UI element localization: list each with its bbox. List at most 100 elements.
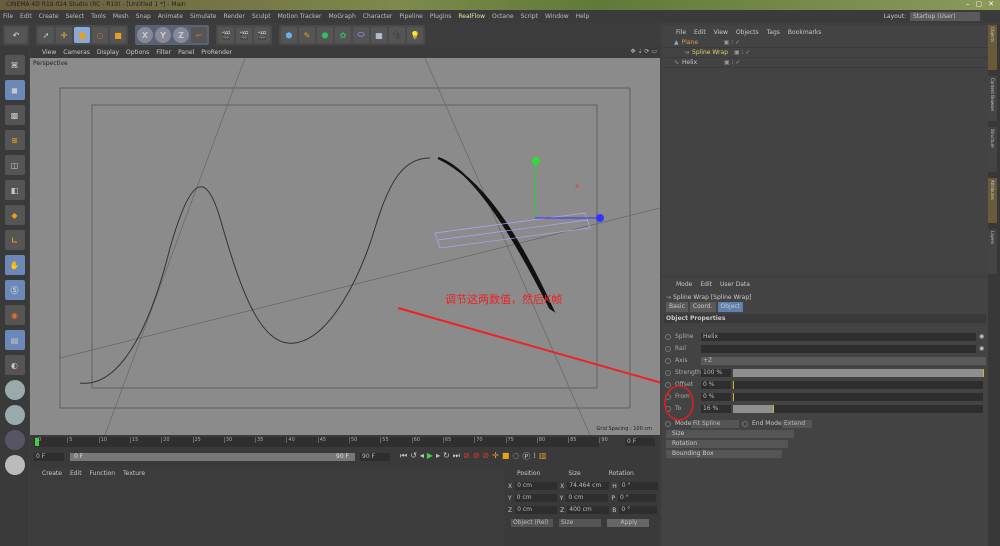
move-icon[interactable]: ✛ — [56, 27, 72, 43]
timeline-ruler[interactable]: 0 5 10 15 20 25 30 35 40 45 50 55 60 65 70 75 80 85 90 — [34, 437, 608, 447]
position-field[interactable]: 0 cm — [515, 482, 558, 490]
workplane-lock-icon[interactable]: ▤ — [4, 330, 25, 350]
cube-icon[interactable]: ⬢ — [281, 27, 297, 43]
maximize-button[interactable]: ▢ — [976, 0, 983, 8]
layout-dropdown[interactable]: Startup (User) — [910, 12, 980, 21]
position-field[interactable]: 0 cm — [515, 506, 558, 514]
material-sphere-icon[interactable] — [4, 455, 25, 475]
viewport-menu-filter[interactable]: Filter — [156, 49, 171, 56]
key-pla-icon[interactable]: ⁞ — [533, 451, 536, 462]
visibility-toggle[interactable]: ▣ ⁝ ✓ — [724, 39, 740, 46]
viewport-menu-prorender[interactable]: ProRender — [201, 49, 232, 56]
coord-mode-dropdown[interactable]: Object (Rel) — [511, 519, 553, 527]
object-name[interactable]: Spline Wrap — [692, 49, 734, 56]
recent-tool-icon[interactable]: ■ — [110, 27, 126, 43]
viewport-menu-options[interactable]: Options — [126, 49, 149, 56]
keyframe-selection-icon[interactable]: ⊘ — [482, 451, 489, 462]
animate-dot[interactable] — [665, 345, 671, 352]
group-bounding-box[interactable]: Bounding Box — [666, 450, 782, 458]
render-settings-icon[interactable]: 🎬 — [254, 27, 270, 43]
axis-dropdown[interactable]: +Z — [701, 356, 986, 365]
menu-octane[interactable]: Octane — [492, 13, 514, 20]
coordinate-system-icon[interactable]: ⌐ — [191, 27, 207, 43]
menu-simulate[interactable]: Simulate — [190, 13, 217, 20]
material-menu-texture[interactable]: Texture — [123, 470, 145, 477]
menu-character[interactable]: Character — [363, 13, 393, 20]
menu-snap[interactable]: Snap — [136, 13, 151, 20]
snap-icon[interactable]: Ⓢ — [4, 280, 25, 300]
size-field[interactable]: 0 cm — [566, 494, 609, 502]
object-menu-objects[interactable]: Objects — [736, 29, 759, 38]
autokey-icon[interactable]: ⊘ — [473, 451, 480, 462]
rotation-field[interactable]: 0 ° — [619, 506, 658, 514]
menu-render[interactable]: Render — [223, 13, 244, 20]
viewport-perspective[interactable]: Perspective x 调节这两数值，然后K帧 ⌞ Grid Spacing… — [30, 48, 660, 435]
subdivision-icon[interactable]: ⬣ — [317, 27, 333, 43]
key-position-icon[interactable]: ✛ — [492, 451, 499, 462]
render-picture-viewer-icon[interactable]: 🎬 — [236, 27, 252, 43]
goto-end-icon[interactable]: ⏭ — [453, 451, 460, 462]
end-frame-field[interactable]: 90 F — [360, 453, 390, 461]
y-axis-lock[interactable]: Y — [155, 27, 171, 43]
light-icon[interactable]: 💡 — [407, 27, 423, 43]
menu-mograph[interactable]: MoGraph — [329, 13, 356, 20]
animate-dot[interactable] — [665, 369, 671, 376]
size-mode-dropdown[interactable]: Size — [559, 519, 601, 527]
model-mode-icon[interactable]: ◼ — [4, 80, 25, 100]
material-menu-create[interactable]: Create — [42, 470, 62, 477]
visibility-toggle[interactable]: ▣ ⁝ ✓ — [724, 59, 740, 66]
close-button[interactable]: ✕ — [988, 0, 994, 8]
right-tab-layers[interactable]: Layers — [988, 229, 997, 274]
end-mode-dropdown[interactable]: Extend — [782, 419, 812, 428]
tab-coord[interactable]: Coord. — [689, 302, 716, 312]
next-key-icon[interactable]: ↻ — [443, 451, 450, 462]
goto-start-icon[interactable]: ⏮ — [400, 451, 407, 462]
pen-spline-icon[interactable]: ✎ — [299, 27, 315, 43]
object-name[interactable]: Helix — [682, 59, 724, 66]
x-axis-lock[interactable]: X — [137, 27, 153, 43]
menu-sculpt[interactable]: Sculpt — [252, 13, 271, 20]
deformer-icon[interactable]: ⬭ — [353, 27, 369, 43]
right-tab-structure[interactable]: Structure — [988, 127, 997, 172]
menu-animate[interactable]: Animate — [158, 13, 183, 20]
polygons-mode-icon[interactable]: ◆ — [4, 205, 25, 225]
menu-mesh[interactable]: Mesh — [113, 13, 129, 20]
object-name[interactable]: Plane — [682, 39, 724, 46]
animate-dot[interactable] — [665, 333, 671, 340]
key-parameter-icon[interactable]: Ⓟ — [522, 451, 530, 462]
right-tab-content-browser[interactable]: Content Browser — [988, 76, 997, 121]
minimize-button[interactable]: – — [966, 0, 970, 8]
to-slider[interactable] — [733, 404, 983, 413]
menu-help[interactable]: Help — [576, 13, 590, 20]
solo-icon[interactable]: ◐ — [4, 355, 25, 375]
rotation-field[interactable]: 0 ° — [619, 482, 658, 490]
menu-motion-tracker[interactable]: Motion Tracker — [278, 13, 322, 20]
animate-dot[interactable] — [742, 420, 748, 427]
prev-key-icon[interactable]: ↺ — [410, 451, 417, 462]
right-tab-attributes[interactable]: Attributes — [988, 178, 997, 223]
group-rotation[interactable]: Rotation — [666, 440, 788, 448]
menu-select[interactable]: Select — [66, 13, 85, 20]
attr-menu-edit[interactable]: Edit — [700, 281, 712, 290]
rotation-field[interactable]: 0 ° — [617, 494, 656, 502]
points-mode-icon[interactable]: ◫ — [4, 155, 25, 175]
animate-dot[interactable] — [665, 357, 671, 364]
menu-tools[interactable]: Tools — [91, 13, 106, 20]
key-scale-icon[interactable]: ■ — [502, 451, 510, 462]
preview-range-slider[interactable]: 0 F 90 F — [70, 453, 355, 461]
object-row[interactable]: ↝ Spline Wrap ▣ ⁝ ✓ — [662, 48, 988, 58]
start-frame-field[interactable]: 0 F — [34, 453, 64, 461]
spline-link-field[interactable]: Helix — [701, 332, 976, 341]
menu-realflow[interactable]: RealFlow — [458, 13, 485, 20]
tweak-icon[interactable]: ✋ — [4, 255, 25, 275]
playhead[interactable] — [35, 438, 39, 446]
menu-plugins[interactable]: Plugins — [430, 13, 452, 20]
link-target-icon[interactable]: ◉ — [979, 333, 984, 340]
sculpt-icon[interactable]: ◉ — [4, 305, 25, 325]
menu-edit[interactable]: Edit — [20, 13, 32, 20]
material-sphere-icon[interactable] — [4, 405, 25, 425]
object-menu-view[interactable]: View — [714, 29, 728, 38]
rail-link-field[interactable] — [701, 344, 976, 353]
object-row[interactable]: ∿ Helix ▣ ⁝ ✓ — [662, 58, 988, 68]
workplane-icon[interactable]: ≋ — [4, 130, 25, 150]
